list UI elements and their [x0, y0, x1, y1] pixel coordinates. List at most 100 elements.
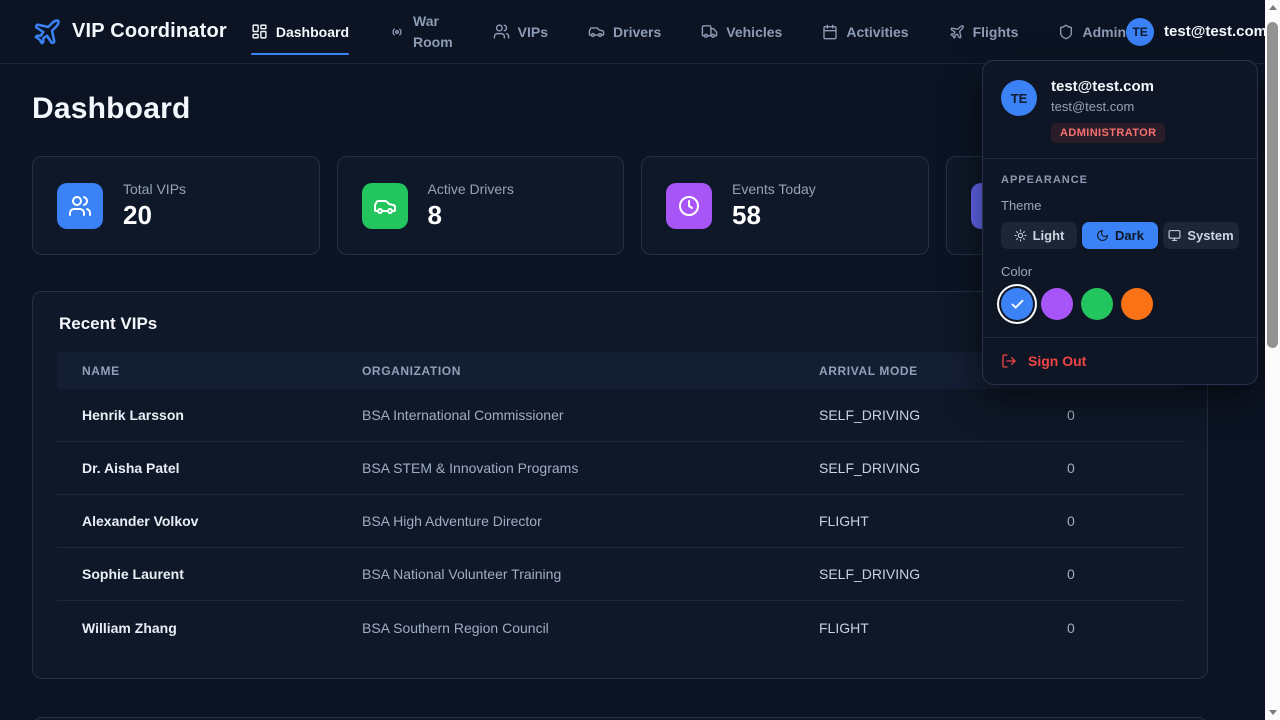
user-menu-trigger[interactable]: TE test@test.com [1126, 18, 1280, 46]
moon-icon [1096, 229, 1109, 242]
vip-arrival-mode: SELF_DRIVING [794, 407, 1042, 423]
brand[interactable]: VIP Coordinator [32, 17, 227, 47]
shield-icon [1058, 24, 1074, 40]
car-icon [362, 183, 408, 229]
sign-out-button[interactable]: Sign Out [983, 338, 1257, 384]
nav-label: Activities [846, 24, 908, 40]
stat-label: Total VIPs [123, 181, 186, 197]
vip-events: 0 [1042, 460, 1183, 476]
nav-label: Dashboard [276, 24, 349, 40]
theme-button-label: Dark [1115, 228, 1144, 243]
dropdown-user-name: test@test.com [1051, 78, 1165, 95]
nav-item-vips[interactable]: VIPs [493, 23, 548, 40]
nav-item-dashboard[interactable]: Dashboard [251, 23, 349, 40]
nav-label: Admin [1082, 24, 1126, 40]
table-row: Alexander Volkov BSA High Adventure Dire… [57, 495, 1183, 548]
color-swatch-purple[interactable] [1041, 288, 1073, 320]
plane-logo-icon [32, 17, 62, 47]
clock-icon [666, 183, 712, 229]
scroll-down-button[interactable] [1265, 705, 1280, 720]
avatar: TE [1126, 18, 1154, 46]
column-header-name: NAME [57, 364, 337, 378]
vip-name: Henrik Larsson [57, 407, 337, 423]
stat-card-events-today: Events Today 58 [641, 156, 929, 255]
theme-switcher: Light Dark System [1001, 222, 1239, 249]
car-icon [588, 23, 605, 40]
dashboard-icon [251, 23, 268, 40]
nav-item-vehicles[interactable]: Vehicles [701, 23, 782, 40]
scroll-up-button[interactable] [1265, 0, 1280, 15]
sun-icon [1014, 229, 1027, 242]
color-swatch-green[interactable] [1081, 288, 1113, 320]
nav-item-war-room[interactable]: War Room [389, 11, 453, 52]
column-header-organization: ORGANIZATION [337, 364, 794, 378]
radio-icon [389, 24, 405, 40]
theme-dark-button[interactable]: Dark [1082, 222, 1158, 249]
color-swatch-blue[interactable] [1001, 288, 1033, 320]
nav-label: VIPs [518, 24, 548, 40]
color-label: Color [1001, 264, 1239, 279]
logout-icon [1001, 353, 1017, 369]
stat-value: 58 [732, 200, 816, 231]
table-row: Sophie Laurent BSA National Volunteer Tr… [57, 548, 1183, 601]
nav-label: War Room [413, 11, 453, 52]
role-badge: ADMINISTRATOR [1051, 123, 1165, 143]
stat-value: 20 [123, 200, 186, 231]
vip-name: Dr. Aisha Patel [57, 460, 337, 476]
monitor-icon [1168, 229, 1181, 242]
users-icon [493, 23, 510, 40]
nav-item-flights[interactable]: Flights [949, 24, 1019, 40]
nav-item-drivers[interactable]: Drivers [588, 23, 661, 40]
vertical-scrollbar[interactable] [1265, 0, 1280, 720]
vip-organization: BSA High Adventure Director [337, 513, 794, 529]
table-row: Henrik Larsson BSA International Commiss… [57, 389, 1183, 442]
recent-vips-table: NAME ORGANIZATION ARRIVAL MODE EVENTS He… [57, 352, 1183, 654]
scroll-down-arrow-icon [1269, 710, 1277, 715]
vip-arrival-mode: FLIGHT [794, 513, 1042, 529]
vip-arrival-mode: FLIGHT [794, 620, 1042, 636]
nav-item-activities[interactable]: Activities [822, 24, 908, 40]
vip-events: 0 [1042, 566, 1183, 582]
vip-events: 0 [1042, 513, 1183, 529]
vip-name: Sophie Laurent [57, 566, 337, 582]
main-nav: Dashboard War Room VIPs Drivers Vehicles… [251, 11, 1126, 52]
vip-arrival-mode: SELF_DRIVING [794, 566, 1042, 582]
vip-organization: BSA Southern Region Council [337, 620, 794, 636]
vip-name: William Zhang [57, 620, 337, 636]
plane-icon [949, 24, 965, 40]
users-icon [57, 183, 103, 229]
table-row: Dr. Aisha Patel BSA STEM & Innovation Pr… [57, 442, 1183, 495]
theme-button-label: System [1187, 228, 1233, 243]
user-email: test@test.com [1164, 23, 1267, 40]
avatar: TE [1001, 80, 1037, 116]
stat-card-total-vips: Total VIPs 20 [32, 156, 320, 255]
nav-item-admin[interactable]: Admin [1058, 24, 1126, 40]
scrollbar-thumb[interactable] [1267, 22, 1278, 348]
dropdown-user-info: TE test@test.com test@test.com ADMINISTR… [983, 61, 1257, 159]
color-swatch-orange[interactable] [1121, 288, 1153, 320]
vip-events: 0 [1042, 407, 1183, 423]
brand-title: VIP Coordinator [72, 20, 227, 43]
vip-organization: BSA STEM & Innovation Programs [337, 460, 794, 476]
dropdown-user-email: test@test.com [1051, 99, 1165, 114]
vip-arrival-mode: SELF_DRIVING [794, 460, 1042, 476]
calendar-icon [822, 24, 838, 40]
theme-light-button[interactable]: Light [1001, 222, 1077, 249]
top-navbar: VIP Coordinator Dashboard War Room VIPs … [0, 0, 1280, 64]
color-picker [1001, 288, 1239, 320]
nav-label: Vehicles [726, 24, 782, 40]
nav-label: Drivers [613, 24, 661, 40]
theme-label: Theme [1001, 198, 1239, 213]
stat-label: Active Drivers [428, 181, 514, 197]
vip-organization: BSA International Commissioner [337, 407, 794, 423]
scroll-up-arrow-icon [1269, 5, 1277, 10]
theme-system-button[interactable]: System [1163, 222, 1239, 249]
appearance-section: APPEARANCE Theme Light Dark System Color [983, 159, 1257, 338]
stat-card-active-drivers: Active Drivers 8 [337, 156, 625, 255]
vip-organization: BSA National Volunteer Training [337, 566, 794, 582]
nav-label: Flights [973, 24, 1019, 40]
stat-label: Events Today [732, 181, 816, 197]
stat-value: 8 [428, 200, 514, 231]
vip-events: 0 [1042, 620, 1183, 636]
vip-name: Alexander Volkov [57, 513, 337, 529]
